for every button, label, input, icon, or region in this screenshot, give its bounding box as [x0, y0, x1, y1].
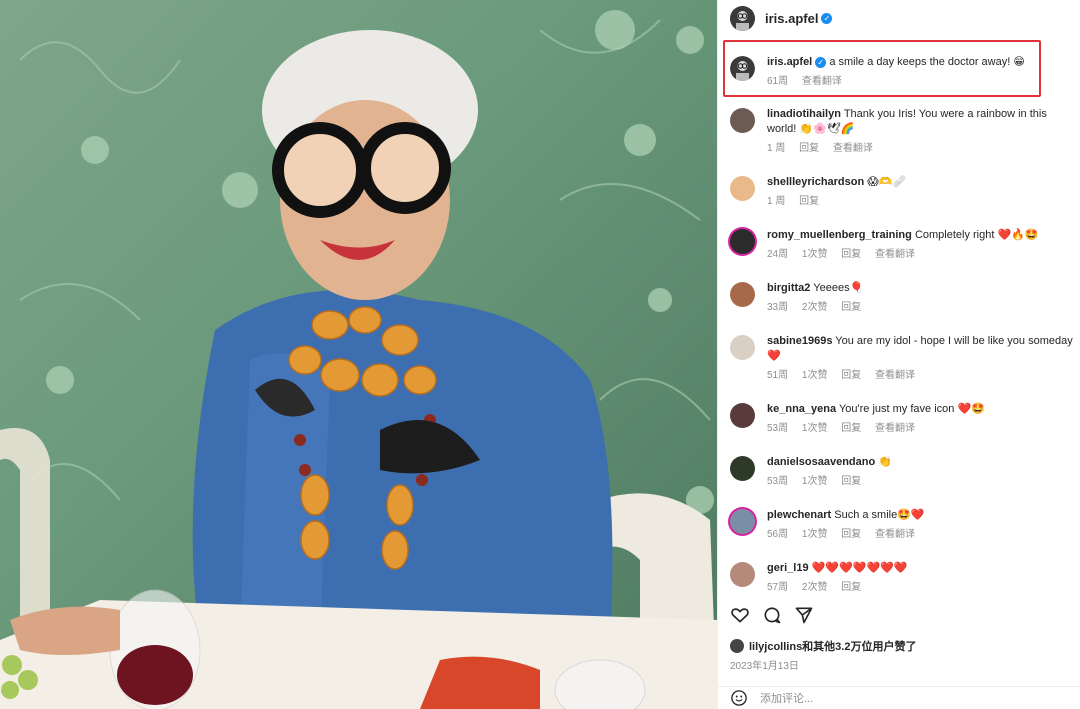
comment-item: romy_muellenberg_training Completely rig…	[730, 228, 1075, 262]
comment-like-count[interactable]: 1次赞	[802, 249, 828, 260]
comment-like-count[interactable]: 1次赞	[802, 370, 828, 381]
comment-item: linadiotihailyn Thank you Iris! You were…	[730, 107, 1075, 156]
commenter-avatar[interactable]	[730, 403, 755, 428]
comment-username[interactable]: linadiotihailyn	[767, 108, 841, 120]
comment-item: shellleyrichardson 😱🫶🩹 1 周 回复	[730, 175, 1075, 209]
comment-text: Completely right ❤️🔥🤩	[914, 229, 1039, 241]
comment-time: 1 周	[767, 196, 786, 207]
comment-username[interactable]: romy_muellenberg_training	[767, 229, 912, 241]
comment-text: 😱🫶🩹	[867, 176, 907, 188]
comment-reply-button[interactable]: 回复	[799, 196, 819, 207]
comment-username[interactable]: shellleyrichardson	[767, 176, 864, 188]
caption-username[interactable]: iris.apfel	[767, 56, 812, 68]
post-photo[interactable]	[0, 0, 717, 709]
comment-username[interactable]: plewchenart	[767, 509, 831, 521]
commenter-avatar[interactable]	[730, 456, 755, 481]
post-header: iris.apfel ✓	[718, 0, 1080, 36]
comment-time: 33周	[767, 302, 789, 313]
comment-translate-link[interactable]: 查看翻译	[875, 529, 915, 540]
caption-time: 61周	[767, 76, 789, 87]
comment-reply-button[interactable]: 回复	[841, 582, 861, 593]
comment-like-count[interactable]: 1次赞	[802, 476, 828, 487]
comment-text: You're just my fave icon ❤️🤩	[838, 403, 985, 415]
author-username[interactable]: iris.apfel	[765, 11, 818, 26]
comment-item: sabine1969s You are my idol - hope I wil…	[730, 334, 1075, 383]
comment-translate-link[interactable]: 查看翻译	[875, 370, 915, 381]
comment-username[interactable]: birgitta2	[767, 282, 810, 294]
comment-time: 1 周	[767, 143, 786, 154]
likes-text[interactable]: lilyjcollins和其他3.2万位用户赞了	[749, 638, 916, 654]
share-icon[interactable]	[794, 605, 814, 625]
commenter-avatar[interactable]	[730, 562, 755, 587]
comment-text: 👏	[878, 456, 892, 468]
comment-username[interactable]: ke_nna_yena	[767, 403, 836, 415]
comment-translate-link[interactable]: 查看翻译	[833, 143, 873, 154]
comment-item: birgitta2 Yeeees🎈 33周 2次赞 回复	[730, 281, 1075, 315]
commenter-avatar[interactable]	[730, 509, 755, 534]
comment-item: geri_l19 ❤️❤️❤️❤️❤️❤️❤️ 57周 2次赞 回复	[730, 561, 1075, 595]
photo-illustration	[0, 10, 717, 709]
likes-summary[interactable]: lilyjcollins和其他3.2万位用户赞了	[730, 638, 916, 654]
comment-text: Yeeees🎈	[813, 282, 864, 294]
comment-item: ke_nna_yena You're just my fave icon ❤️🤩…	[730, 402, 1075, 436]
comment-like-count[interactable]: 1次赞	[802, 423, 828, 434]
comments-panel: iris.apfel ✓ iris.apfel ✓ a smile a day k…	[717, 0, 1080, 709]
liker-avatar	[730, 639, 744, 653]
comment-like-count[interactable]: 2次赞	[802, 302, 828, 313]
comment-reply-button[interactable]: 回复	[841, 423, 861, 434]
post-date: 2023年1月13日	[730, 661, 799, 672]
comment-username[interactable]: danielsosaavendano	[767, 456, 875, 468]
comment-item: plewchenart Such a smile🤩❤️ 56周 1次赞 回复 查…	[730, 508, 1075, 542]
comment-time: 56周	[767, 529, 789, 540]
comment-item: danielsosaavendano 👏 53周 1次赞 回复	[730, 455, 1075, 489]
add-comment-bar: 添加评论...	[718, 686, 1080, 709]
comment-reply-button[interactable]: 回复	[799, 143, 819, 154]
commenter-avatar[interactable]	[730, 176, 755, 201]
comment-like-count[interactable]: 2次赞	[802, 582, 828, 593]
comment-text: ❤️❤️❤️❤️❤️❤️❤️	[811, 562, 908, 574]
commenter-avatar[interactable]	[730, 108, 755, 133]
comment-reply-button[interactable]: 回复	[841, 249, 861, 260]
comment-time: 24周	[767, 249, 789, 260]
commenter-avatar[interactable]	[730, 229, 755, 254]
comment-time: 53周	[767, 423, 789, 434]
verified-badge-icon: ✓	[821, 12, 833, 24]
heart-icon[interactable]	[730, 605, 750, 625]
comment-text: Such a smile🤩❤️	[834, 509, 925, 521]
comment-time: 57周	[767, 582, 789, 593]
add-comment-input[interactable]: 添加评论...	[760, 690, 813, 706]
comment-time: 51周	[767, 370, 789, 381]
caption-text: a smile a day keeps the doctor away! 😁	[829, 56, 1025, 68]
comment-username[interactable]: geri_l19	[767, 562, 809, 574]
comment-translate-link[interactable]: 查看翻译	[875, 249, 915, 260]
commenter-avatar[interactable]	[730, 282, 755, 307]
emoji-icon[interactable]	[730, 689, 748, 707]
comment-like-count[interactable]: 1次赞	[802, 529, 828, 540]
author-avatar[interactable]	[730, 5, 755, 31]
comment-reply-button[interactable]: 回复	[841, 302, 861, 313]
commenter-avatar[interactable]	[730, 335, 755, 360]
post-caption: iris.apfel ✓ a smile a day keeps the doct…	[730, 55, 1075, 89]
caption-avatar[interactable]	[730, 56, 755, 81]
comment-translate-link[interactable]: 查看翻译	[875, 423, 915, 434]
post-actions	[730, 605, 814, 625]
caption-translate-link[interactable]: 查看翻译	[802, 76, 842, 87]
comment-reply-button[interactable]: 回复	[841, 476, 861, 487]
comment-icon[interactable]	[762, 605, 782, 625]
comment-username[interactable]: sabine1969s	[767, 335, 832, 347]
comment-reply-button[interactable]: 回复	[841, 529, 861, 540]
comment-reply-button[interactable]: 回复	[841, 370, 861, 381]
verified-badge-icon: ✓	[815, 57, 827, 68]
comment-time: 53周	[767, 476, 789, 487]
